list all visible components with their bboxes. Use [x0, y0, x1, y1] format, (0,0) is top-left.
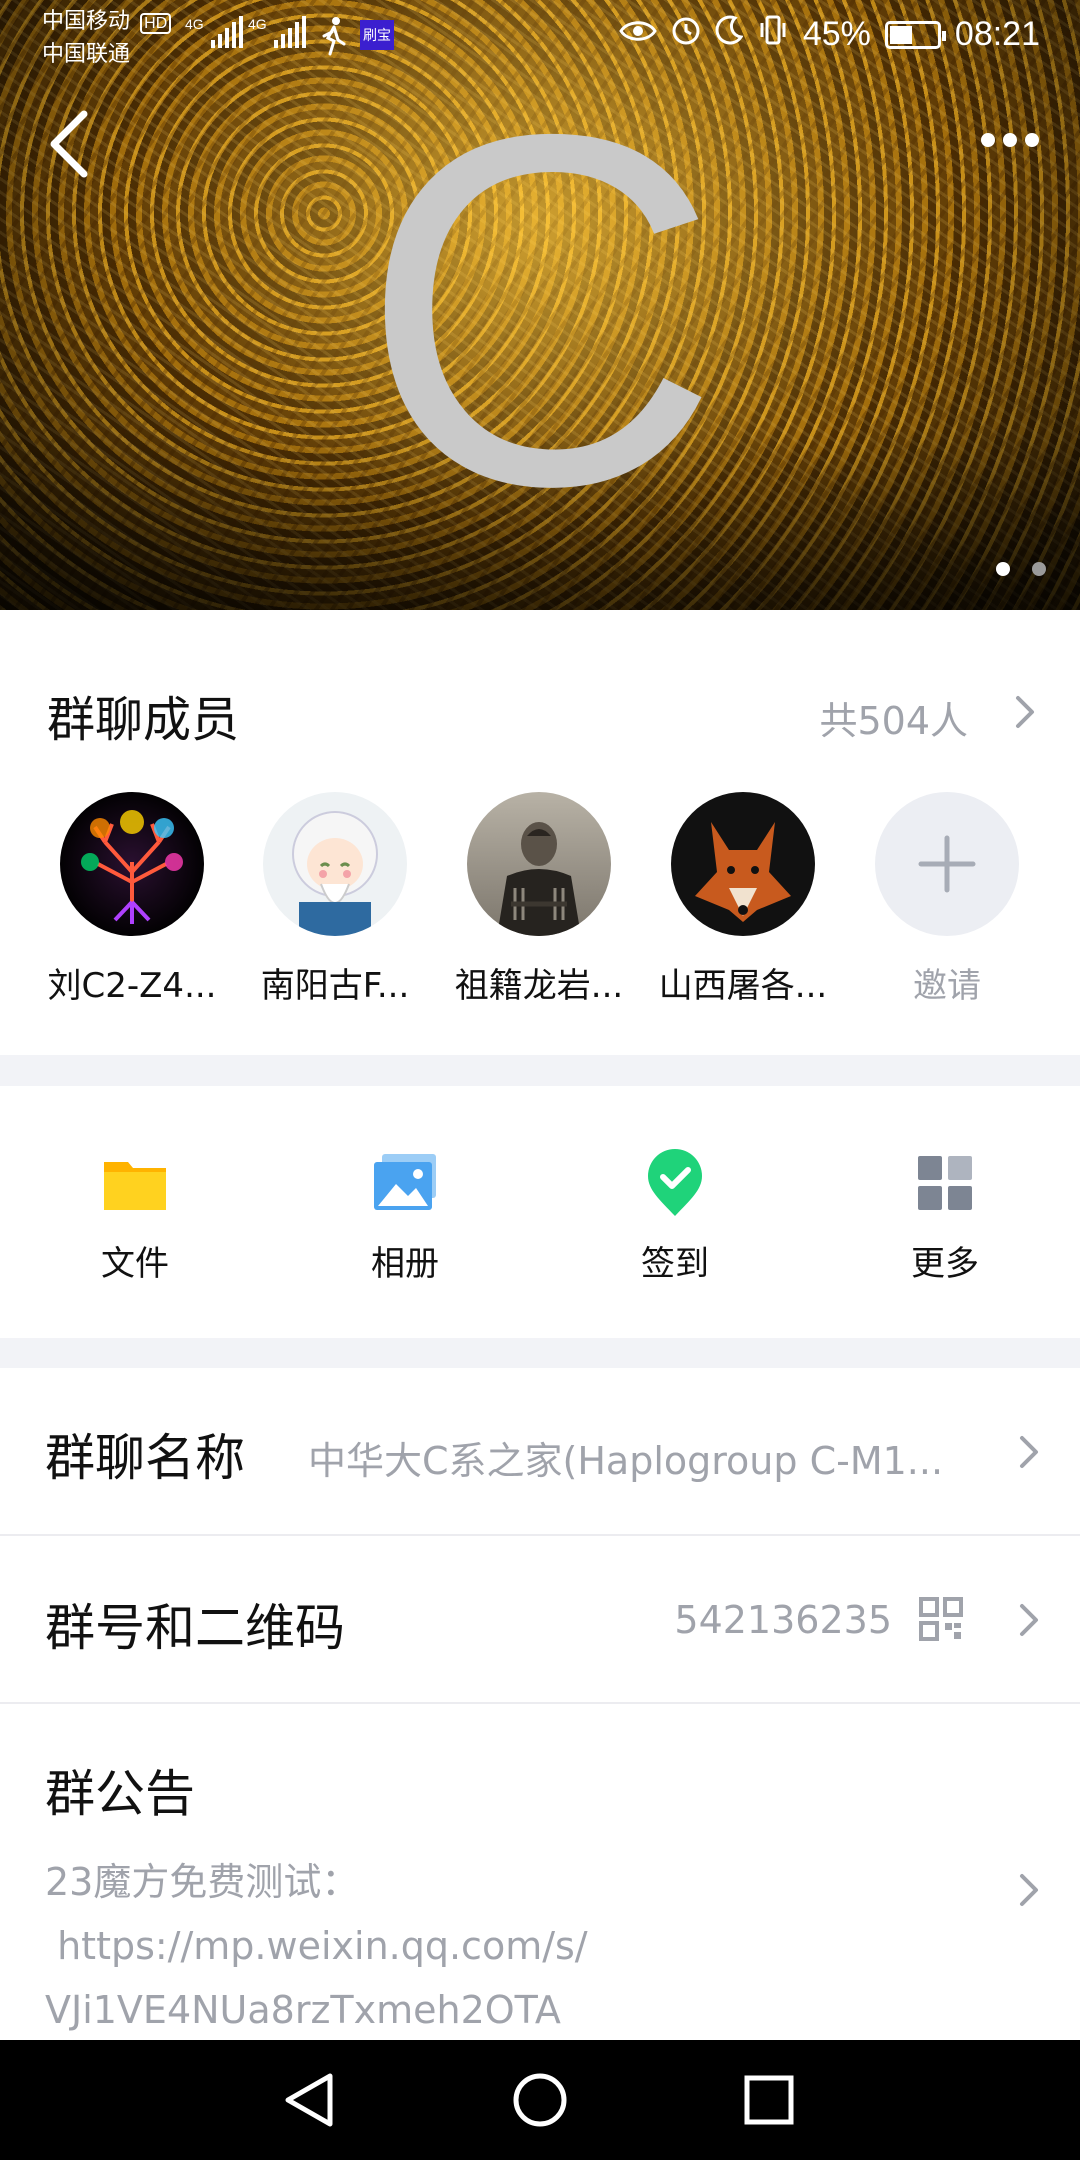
- group-notice-label: 群公告: [45, 1765, 195, 1823]
- notice-line: 23魔方免费测试：: [45, 1860, 360, 1904]
- tools-section: 文件 相册 签到 更多: [0, 1086, 1080, 1338]
- member-item[interactable]: 山西屠各...: [648, 792, 838, 1007]
- group-cover-banner[interactable]: C: [0, 0, 1080, 610]
- member-item[interactable]: 祖籍龙岩...: [444, 792, 634, 1007]
- members-count[interactable]: 共504人: [819, 690, 968, 745]
- more-options-button[interactable]: [970, 120, 1050, 160]
- chevron-right-icon[interactable]: [1010, 692, 1040, 732]
- members-section: 群聊成员 共504人 刘C2-Z4... 南阳古F... 祖籍龙岩... 山西屠…: [0, 610, 1080, 1055]
- tool-checkin[interactable]: 签到: [575, 1148, 775, 1285]
- checkin-icon: [640, 1148, 710, 1218]
- battery-icon: [884, 20, 946, 49]
- avatar: [467, 792, 611, 936]
- grid-icon: [910, 1148, 980, 1218]
- nav-back-button[interactable]: [250, 2040, 370, 2160]
- section-separator: [0, 1055, 1080, 1086]
- hd-badge: HD: [140, 13, 172, 34]
- eye-icon: [619, 15, 657, 54]
- carrier2-label: 中国联通: [42, 41, 131, 66]
- tool-files[interactable]: 文件: [35, 1148, 235, 1285]
- group-name-label: 群聊名称: [45, 1429, 245, 1487]
- status-bar: 中国移动 HD 中国联通 4G 4G 刷宝 45% 08:21: [0, 0, 1080, 80]
- status-right: 45% 08:21: [619, 14, 1040, 55]
- avatar: [60, 792, 204, 936]
- system-nav-bar: [0, 2040, 1080, 2160]
- invite-member-button[interactable]: 邀请: [852, 792, 1042, 1007]
- app-badge: 刷宝: [360, 20, 394, 50]
- nav-home-button[interactable]: [480, 2040, 600, 2160]
- avatar: [263, 792, 407, 936]
- notice-line: https://mp.weixin.qq.com/s/: [45, 1924, 588, 1968]
- group-id-value: 542136235: [674, 1598, 892, 1642]
- tool-more[interactable]: 更多: [845, 1148, 1045, 1285]
- dot-icon: [981, 133, 995, 147]
- tool-label: 更多: [911, 1244, 979, 1284]
- group-name-value: 中华大C系之家(Haplogroup C-M1...: [308, 1439, 944, 1483]
- members-title: 群聊成员: [47, 692, 240, 748]
- tool-label: 相册: [371, 1244, 439, 1284]
- page-dot-active: [996, 562, 1010, 576]
- square-recents-icon: [744, 2075, 794, 2125]
- tool-label: 签到: [641, 1244, 709, 1284]
- member-name: 祖籍龙岩...: [454, 966, 624, 1006]
- nav-recents-button[interactable]: [709, 2040, 829, 2160]
- battery-percent: 45%: [802, 15, 871, 53]
- signal-icon-2: 4G: [248, 16, 306, 48]
- member-item[interactable]: 南阳古F...: [240, 792, 430, 1007]
- member-name: 南阳古F...: [260, 966, 410, 1006]
- tool-label: 文件: [101, 1244, 169, 1284]
- member-item[interactable]: 刘C2-Z4...: [37, 792, 227, 1007]
- walk-icon: [318, 16, 348, 56]
- invite-label: 邀请: [913, 966, 981, 1006]
- member-avatars: 刘C2-Z4... 南阳古F... 祖籍龙岩... 山西屠各... 邀请: [0, 792, 1080, 1032]
- chevron-right-icon: [1020, 1604, 1038, 1636]
- group-id-label: 群号和二维码: [45, 1599, 345, 1657]
- chevron-left-icon: [50, 110, 88, 178]
- tool-album[interactable]: 相册: [305, 1148, 505, 1285]
- circle-home-icon: [513, 2073, 567, 2127]
- member-name: 刘C2-Z4...: [47, 966, 217, 1006]
- vibrate-icon: [757, 14, 789, 55]
- clock-time: 08:21: [954, 15, 1040, 53]
- dot-icon: [1025, 133, 1039, 147]
- section-separator: [0, 1338, 1080, 1368]
- group-id-row[interactable]: 群号和二维码 542136235: [0, 1536, 1080, 1702]
- member-name: 山西屠各...: [658, 966, 828, 1006]
- signal-icon: 4G: [185, 16, 243, 48]
- dot-icon: [1003, 133, 1017, 147]
- group-notice-content: 23魔方免费测试： https://mp.weixin.qq.com/s/ VJ…: [45, 1850, 945, 2042]
- page-dot: [1032, 562, 1046, 576]
- network2-label: 4G: [248, 16, 267, 32]
- moon-icon: [715, 15, 744, 54]
- folder-icon: [100, 1148, 170, 1218]
- notice-line: VJi1VE4NUa8rzTxmeh2OTA: [45, 1988, 561, 2032]
- back-button[interactable]: [44, 108, 104, 178]
- chevron-right-icon: [1020, 1874, 1038, 1906]
- triangle-back-icon: [285, 2073, 333, 2127]
- add-icon: [875, 792, 1019, 936]
- album-icon: [370, 1148, 440, 1218]
- avatar: [671, 792, 815, 936]
- alarm-icon: [671, 14, 701, 55]
- chevron-right-icon: [1020, 1436, 1038, 1468]
- carrier1-label: 中国移动: [42, 8, 131, 33]
- qr-code-icon: [919, 1597, 963, 1641]
- banner-page-indicator: [996, 562, 1046, 576]
- network1-label: 4G: [185, 16, 204, 32]
- carrier-info: 中国移动 HD 中国联通: [42, 6, 172, 69]
- group-name-row[interactable]: 群聊名称 中华大C系之家(Haplogroup C-M1...: [0, 1368, 1080, 1534]
- cover-letter: C: [359, 30, 721, 589]
